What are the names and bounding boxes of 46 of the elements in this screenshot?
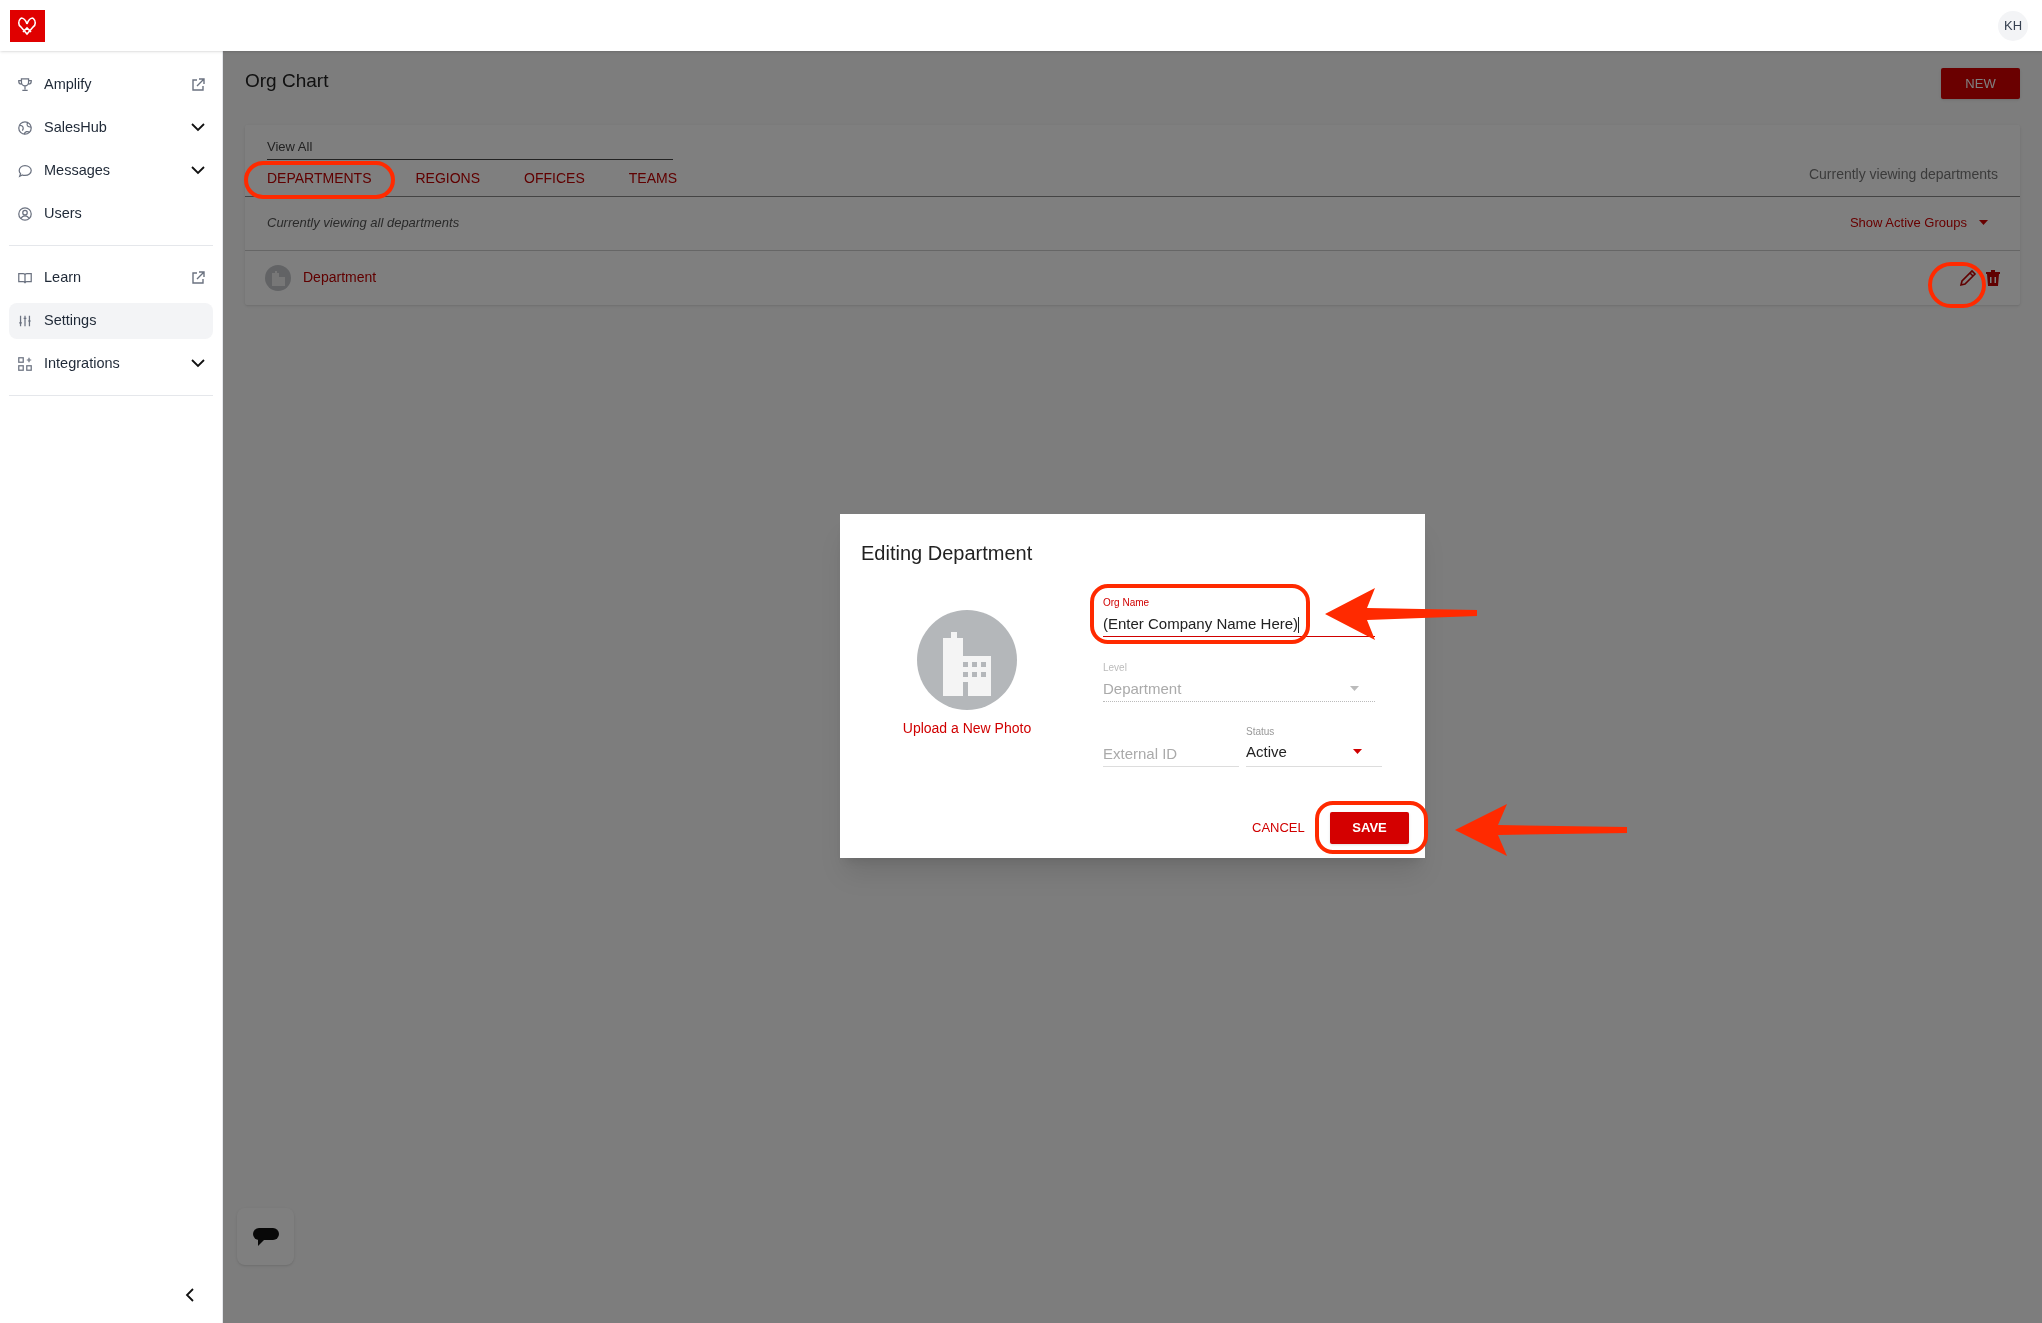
active-groups-dropdown[interactable]: Show Active Groups bbox=[1849, 213, 1998, 233]
globe-icon bbox=[17, 119, 33, 136]
grid-plus-icon bbox=[17, 355, 33, 372]
sidebar-item[interactable]: SalesHub bbox=[9, 109, 213, 146]
sidebar-item[interactable]: Users bbox=[9, 195, 213, 232]
trash-icon[interactable] bbox=[1986, 269, 2000, 286]
page-title: Org Chart bbox=[245, 69, 329, 93]
tab[interactable]: REGIONS bbox=[415, 163, 481, 194]
chevron-down-icon bbox=[191, 123, 205, 132]
upload-photo-link[interactable]: Upload a New Photo bbox=[899, 718, 1035, 739]
sidebar-item[interactable]: Settings bbox=[9, 302, 213, 339]
dialog-title: Editing Department bbox=[861, 541, 1033, 566]
chevron-down-icon bbox=[191, 166, 205, 175]
caret-down-icon bbox=[1979, 220, 1988, 226]
view-all-label: View All bbox=[267, 137, 673, 160]
sidebar-item[interactable]: Messages bbox=[9, 152, 213, 189]
logo-icon[interactable] bbox=[10, 9, 45, 42]
user-avatar[interactable]: KH bbox=[1998, 10, 2028, 41]
save-button[interactable]: SAVE bbox=[1330, 812, 1409, 844]
collapse-icon[interactable] bbox=[184, 1287, 196, 1303]
caret-down-icon bbox=[1353, 749, 1362, 756]
tab[interactable]: OFFICES bbox=[524, 163, 585, 194]
sidebar-item[interactable]: Amplify bbox=[9, 66, 213, 103]
viewing-caption: Currently viewing departments bbox=[1808, 164, 1998, 184]
tab[interactable]: DEPARTMENTS bbox=[267, 163, 372, 194]
annotation-ring bbox=[1928, 262, 1986, 308]
chat-button[interactable] bbox=[237, 1208, 294, 1265]
external-link-icon bbox=[191, 77, 205, 92]
filter-caption: Currently viewing all departments bbox=[267, 214, 460, 233]
sidebar-item[interactable]: Integrations bbox=[9, 345, 213, 382]
sidebar-item[interactable]: Learn bbox=[9, 259, 213, 296]
edit-icon[interactable] bbox=[1958, 267, 1978, 288]
department-name[interactable]: Department bbox=[303, 267, 377, 288]
external-id-field[interactable]: External ID bbox=[1103, 741, 1239, 767]
new-button[interactable]: NEW bbox=[1941, 68, 2020, 99]
external-link-icon bbox=[191, 270, 205, 285]
chat-bubble-icon bbox=[17, 162, 33, 179]
trophy-icon bbox=[17, 76, 33, 93]
cancel-button[interactable]: CANCEL bbox=[1252, 812, 1305, 844]
tab[interactable]: TEAMS bbox=[628, 163, 677, 194]
caret-down-icon bbox=[1350, 686, 1359, 693]
user-icon bbox=[17, 205, 33, 222]
chevron-down-icon bbox=[191, 359, 205, 368]
chat-icon bbox=[251, 1225, 280, 1248]
status-select[interactable]: Status Active bbox=[1246, 726, 1382, 767]
building-avatar-icon bbox=[265, 264, 291, 291]
